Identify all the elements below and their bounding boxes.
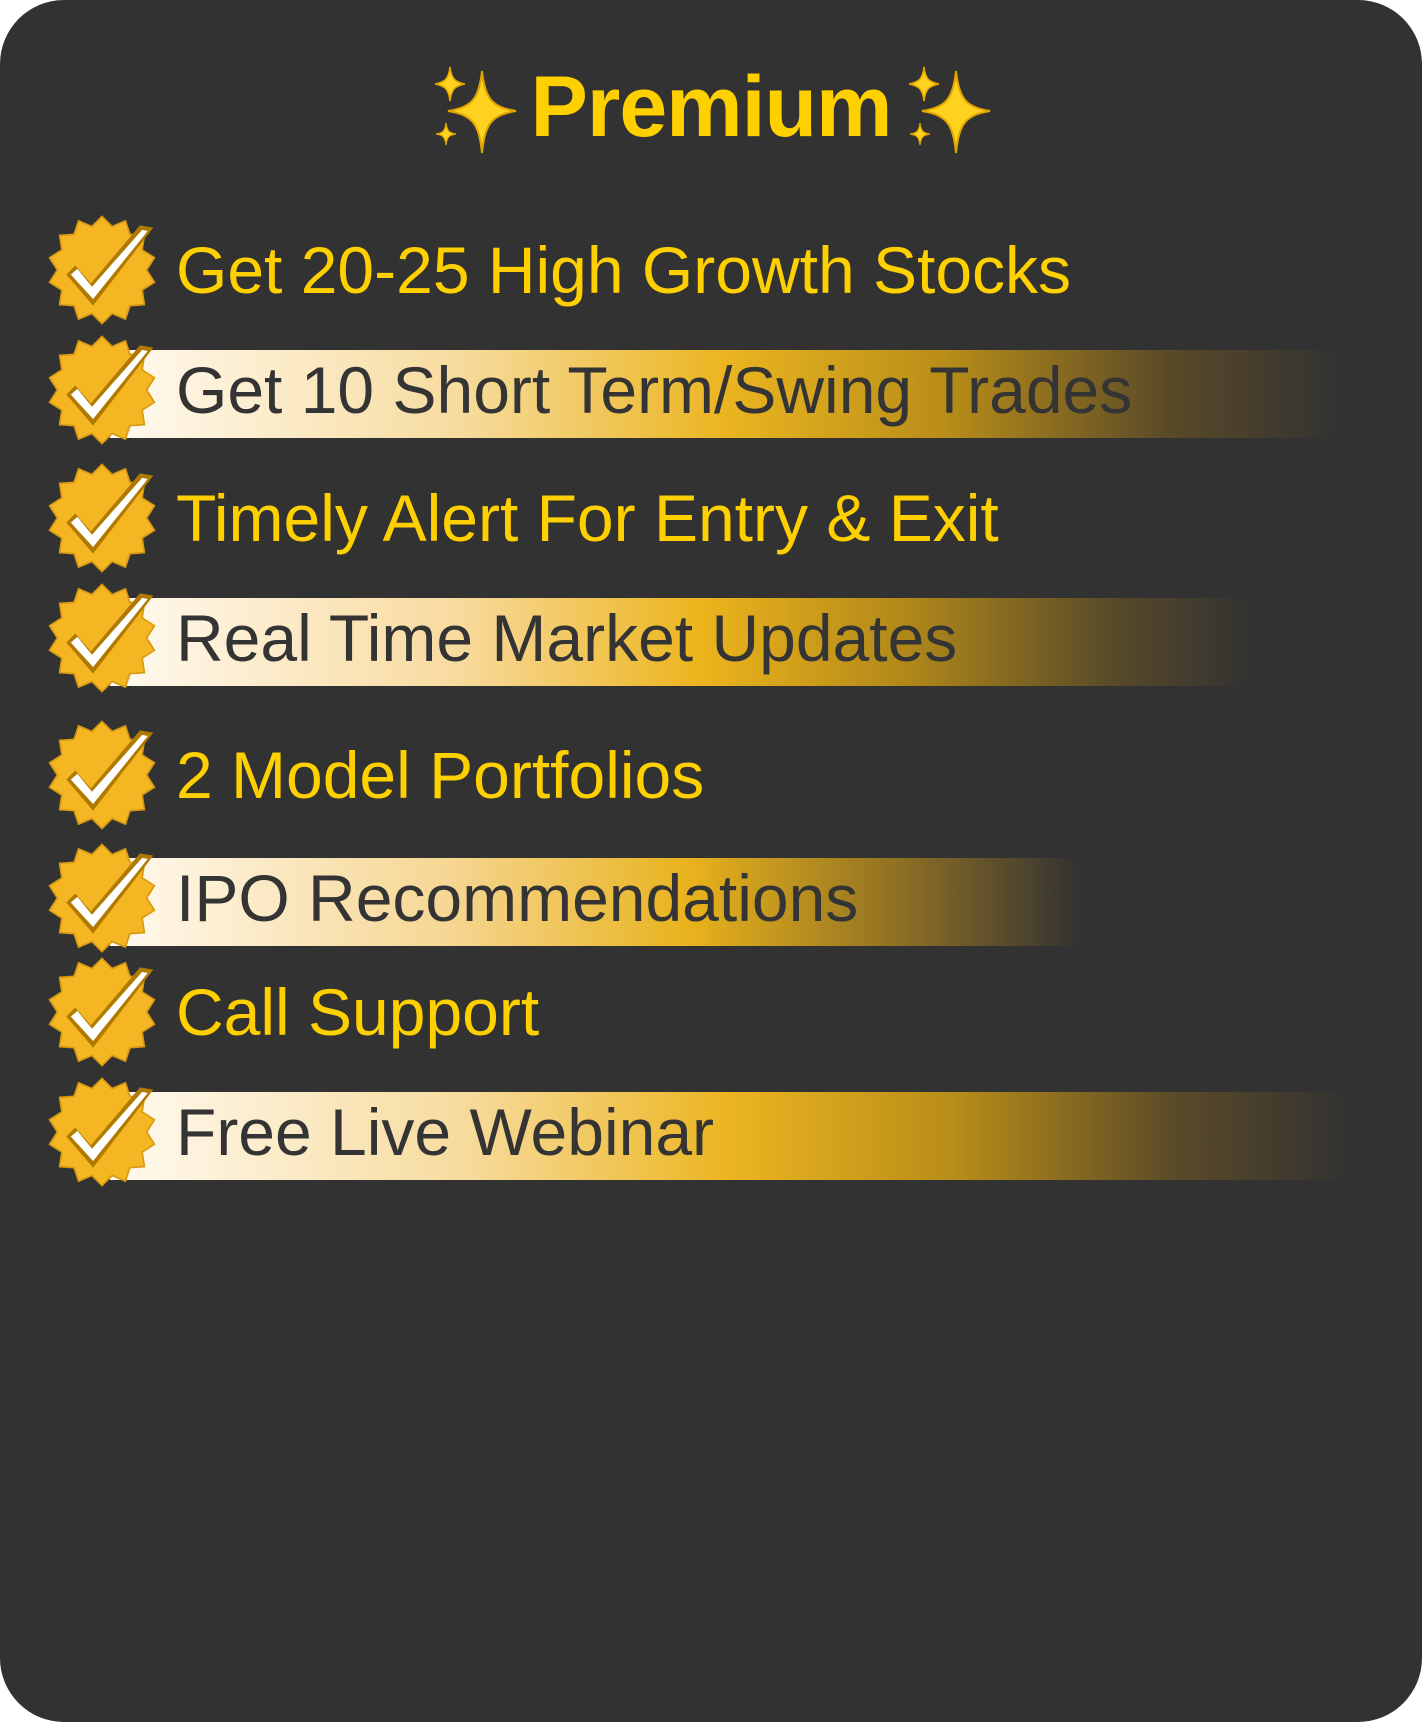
- premium-plan-card: Premium Get 20-25 High Growth Stocks Get…: [0, 0, 1422, 1722]
- feature-item: Timely Alert For Entry & Exit: [0, 463, 1422, 573]
- sparkles-icon: [434, 66, 518, 154]
- feature-label: 2 Model Portfolios: [176, 738, 705, 812]
- plan-title: Premium: [0, 52, 1422, 162]
- check-badge-icon: [48, 215, 156, 325]
- check-badge-icon: [48, 583, 156, 693]
- feature-item: Call Support: [0, 957, 1422, 1067]
- check-badge-icon: [48, 720, 156, 830]
- plan-title-text: Premium: [530, 58, 892, 155]
- check-badge-icon: [48, 957, 156, 1067]
- feature-label: Free Live Webinar: [176, 1095, 715, 1169]
- feature-label: Get 20-25 High Growth Stocks: [176, 233, 1072, 307]
- check-badge-icon: [48, 463, 156, 573]
- check-badge-icon: [48, 1077, 156, 1187]
- feature-label: Get 10 Short Term/Swing Trades: [176, 353, 1133, 427]
- check-badge-icon: [48, 335, 156, 445]
- feature-label: Call Support: [176, 975, 540, 1049]
- feature-item-highlighted: Free Live Webinar: [0, 1077, 1422, 1187]
- check-badge-icon: [48, 843, 156, 953]
- feature-item-highlighted: IPO Recommendations: [0, 843, 1422, 953]
- feature-label: Timely Alert For Entry & Exit: [176, 481, 999, 555]
- feature-label: Real Time Market Updates: [176, 601, 958, 675]
- sparkles-icon: [907, 66, 991, 154]
- feature-item-highlighted: Get 10 Short Term/Swing Trades: [0, 335, 1422, 445]
- feature-item: Get 20-25 High Growth Stocks: [0, 215, 1422, 325]
- feature-item-highlighted: Real Time Market Updates: [0, 583, 1422, 693]
- feature-label: IPO Recommendations: [176, 861, 859, 935]
- feature-item: 2 Model Portfolios: [0, 720, 1422, 830]
